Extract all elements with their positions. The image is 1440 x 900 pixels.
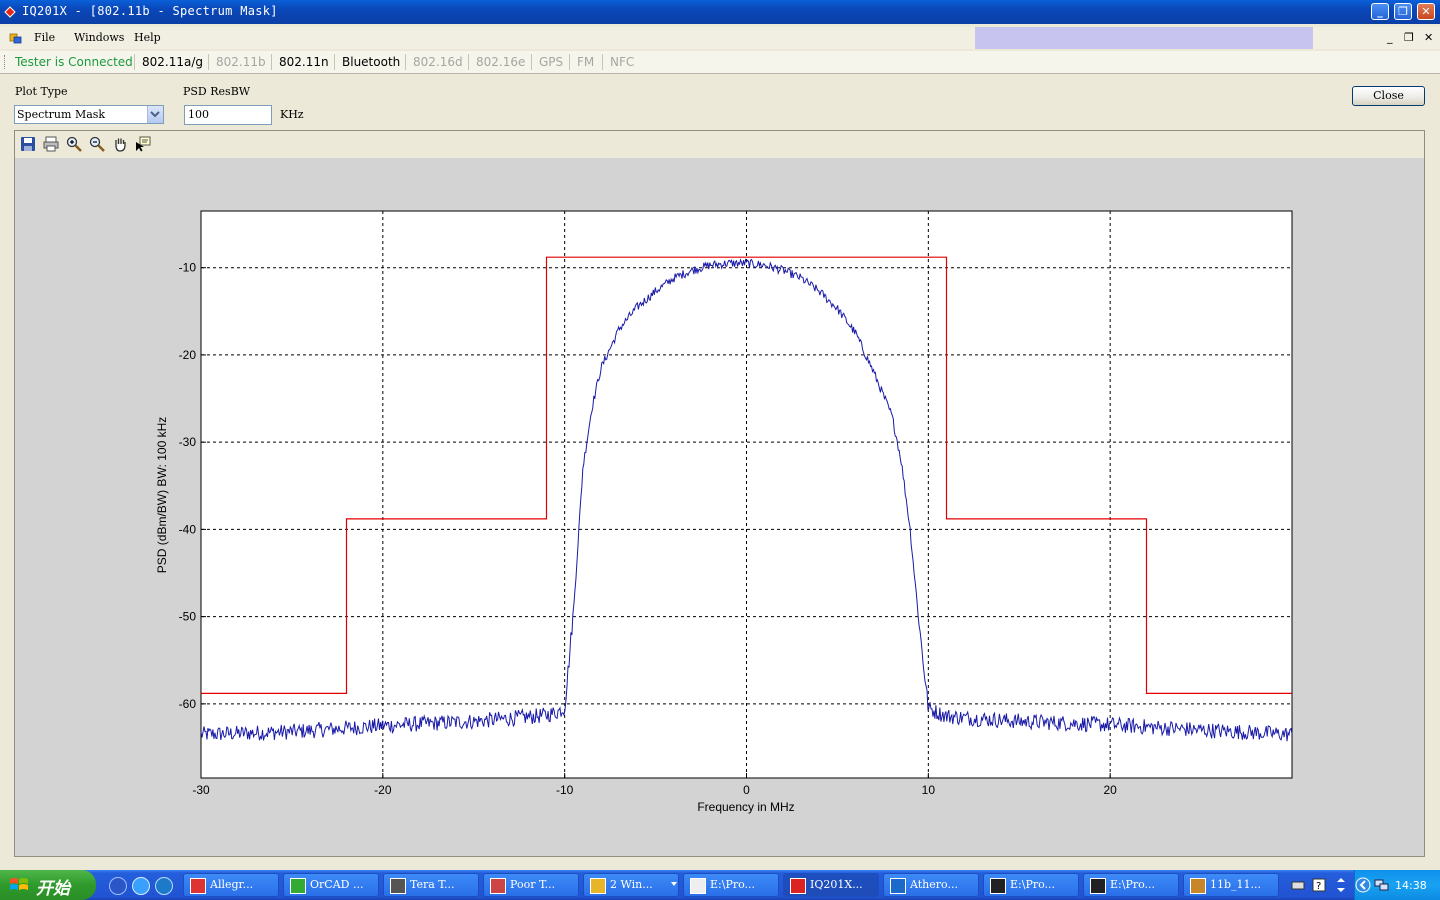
data-cursor-icon[interactable] bbox=[135, 136, 151, 152]
plot-type-dropdown-button[interactable] bbox=[147, 106, 163, 123]
print-icon[interactable] bbox=[43, 136, 59, 152]
close-button[interactable]: Close bbox=[1352, 86, 1425, 106]
y-tick-label: -30 bbox=[179, 435, 197, 449]
taskbar-app-icon bbox=[590, 878, 606, 894]
tab-separator bbox=[134, 54, 135, 70]
window-title: IQ201X - [802.11b - Spectrum Mask] bbox=[22, 4, 278, 18]
mdi-restore-button[interactable]: ❐ bbox=[1404, 31, 1414, 44]
taskbar-app-icon bbox=[1190, 878, 1206, 894]
tab-nfc[interactable]: NFC bbox=[610, 55, 634, 71]
y-axis-label: PSD (dBm/BW) BW: 100 kHz bbox=[155, 417, 169, 573]
tab-separator bbox=[602, 54, 603, 70]
mdi-close-button[interactable]: ✕ bbox=[1424, 31, 1433, 44]
menu-windows[interactable]: Windows bbox=[74, 31, 124, 44]
tab-fm[interactable]: FM bbox=[577, 55, 594, 71]
clock: 14:38 bbox=[1395, 879, 1427, 892]
tab-separator bbox=[271, 54, 272, 70]
mdi-controls-area bbox=[1313, 27, 1440, 49]
close-window-button[interactable]: ✕ bbox=[1417, 3, 1435, 20]
tab-separator bbox=[531, 54, 532, 70]
start-label: 开始 bbox=[36, 879, 70, 899]
y-tick-label: -60 bbox=[179, 697, 197, 711]
chevron-down-icon bbox=[150, 111, 160, 118]
mdi-minimize-button[interactable]: _ bbox=[1387, 31, 1393, 44]
x-tick-label: -30 bbox=[192, 783, 210, 797]
tab-802-11b[interactable]: 802.11b bbox=[216, 55, 266, 71]
tab-separator bbox=[208, 54, 209, 70]
tab-separator bbox=[569, 54, 570, 70]
taskbar-app-icon bbox=[890, 878, 906, 894]
ie-quicklaunch-icon[interactable] bbox=[132, 877, 150, 895]
windows-logo-icon bbox=[10, 878, 28, 890]
group-chevron-down-icon bbox=[671, 882, 677, 886]
app-logo-icon bbox=[4, 6, 16, 18]
y-tick-label: -20 bbox=[179, 348, 197, 362]
connection-status: Tester is Connected bbox=[15, 55, 133, 69]
taskbar-app-icon bbox=[490, 878, 506, 894]
tray-expand-icon[interactable] bbox=[1355, 877, 1371, 893]
language-bar-icon[interactable] bbox=[1334, 876, 1348, 894]
tab-802-16e[interactable]: 802.16e bbox=[476, 55, 525, 71]
tab-bluetooth[interactable]: Bluetooth bbox=[342, 55, 400, 71]
help-quicklaunch-icon[interactable] bbox=[109, 877, 127, 895]
tab-802-16d[interactable]: 802.16d bbox=[413, 55, 463, 71]
restore-button[interactable]: ❐ bbox=[1394, 3, 1412, 20]
taskbar-app-icon bbox=[1090, 878, 1106, 894]
plot-toolbar bbox=[15, 131, 1424, 159]
menu-help[interactable]: Help bbox=[134, 31, 161, 44]
zoom-out-icon[interactable] bbox=[89, 136, 105, 152]
tab-separator bbox=[405, 54, 406, 70]
plot-type-value: Spectrum Mask bbox=[17, 108, 106, 121]
browser-quicklaunch-icon[interactable] bbox=[155, 877, 173, 895]
x-tick-label: -20 bbox=[374, 783, 392, 797]
tab-separator bbox=[334, 54, 335, 70]
minimize-button[interactable]: _ bbox=[1371, 3, 1389, 20]
tab-802-11n[interactable]: 802.11n bbox=[279, 55, 329, 71]
toolbar-grip bbox=[4, 55, 7, 69]
menu-bar-highlight bbox=[975, 27, 1313, 49]
taskbar-app-icon bbox=[190, 878, 206, 894]
spectrum-mask-chart: -30 -20 -10 0 10 20 -10 -20 -30 -40 -50 -60 Frequen… bbox=[15, 158, 1424, 855]
taskbar-app-icon bbox=[290, 878, 306, 894]
keyboard-icon[interactable] bbox=[1291, 878, 1305, 892]
menu-file[interactable]: File bbox=[34, 31, 55, 44]
save-icon[interactable] bbox=[20, 136, 36, 152]
help-tray-icon[interactable]: ? bbox=[1312, 878, 1326, 892]
x-tick-label: 10 bbox=[922, 783, 936, 797]
network-icon[interactable] bbox=[1374, 877, 1390, 893]
taskbar-app-icon bbox=[390, 878, 406, 894]
resbw-unit: KHz bbox=[280, 108, 304, 121]
x-tick-label: -10 bbox=[556, 783, 574, 797]
tab-separator bbox=[468, 54, 469, 70]
taskbar-app-icon bbox=[790, 878, 806, 894]
resbw-label: PSD ResBW bbox=[183, 85, 251, 98]
svg-text:?: ? bbox=[1316, 881, 1321, 892]
x-axis-label: Frequency in MHz bbox=[697, 800, 794, 814]
y-tick-label: -50 bbox=[179, 610, 197, 624]
plot-type-label: Plot Type bbox=[15, 85, 68, 98]
taskbar-app-icon bbox=[690, 878, 706, 894]
resbw-value: 100 bbox=[188, 108, 209, 121]
zoom-in-icon[interactable] bbox=[66, 136, 82, 152]
x-tick-label: 20 bbox=[1103, 783, 1117, 797]
document-icon bbox=[9, 33, 22, 44]
y-tick-label: -10 bbox=[179, 261, 197, 275]
pan-hand-icon[interactable] bbox=[112, 136, 128, 152]
tab-802-11a-g[interactable]: 802.11a/g bbox=[142, 55, 203, 71]
taskbar-app-icon bbox=[990, 878, 1006, 894]
x-tick-label: 0 bbox=[743, 783, 750, 797]
y-tick-label: -40 bbox=[179, 522, 197, 536]
tab-gps[interactable]: GPS bbox=[539, 55, 563, 71]
